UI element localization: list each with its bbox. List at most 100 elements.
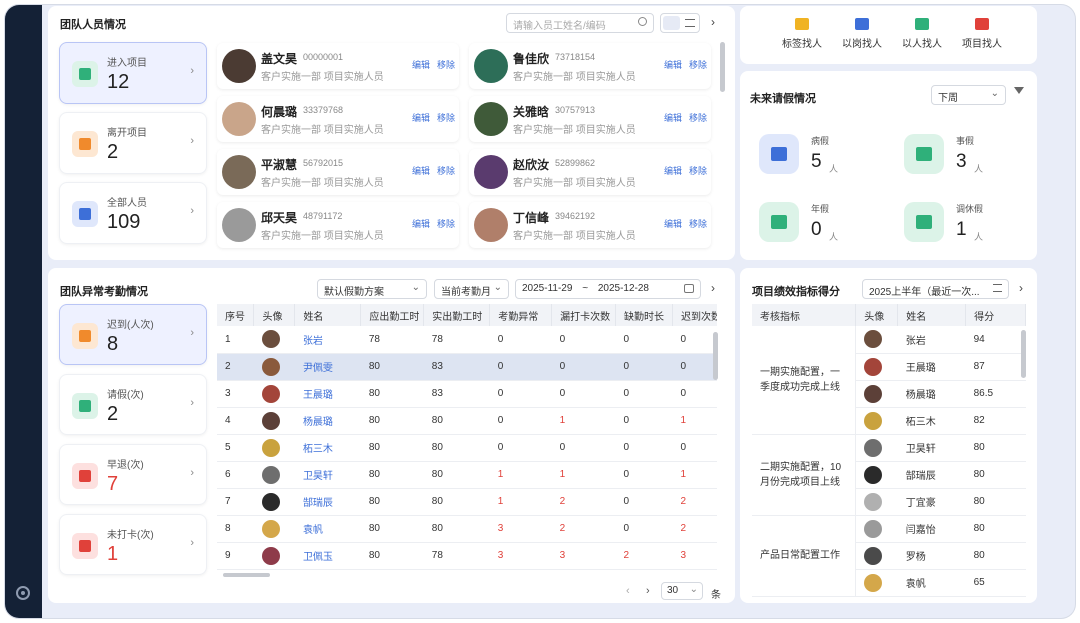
table-row[interactable]: 二期实施配置，10月份完成项目上线 卫昊轩 80 — [752, 434, 1026, 516]
performance-more-chevron-icon[interactable]: › — [1019, 281, 1023, 295]
column-header[interactable]: 得分 — [965, 304, 1026, 326]
settings-icon[interactable] — [16, 586, 30, 600]
remove-link[interactable]: 移除 — [689, 111, 707, 124]
column-header[interactable]: 姓名 — [897, 304, 967, 326]
column-header[interactable]: 应出勤工时 — [360, 304, 425, 326]
chevron-right-icon[interactable]: › — [190, 205, 194, 217]
prev-page-icon[interactable]: ‹ — [626, 585, 630, 597]
team-scrollbar[interactable] — [720, 42, 725, 92]
table-row[interactable]: 6 卫昊轩 80 80 1 1 0 1 — [217, 461, 717, 489]
performance-scrollbar[interactable] — [1021, 330, 1026, 378]
table-row[interactable]: 产品日常配置工作 闫嘉怡 80 — [752, 515, 1026, 597]
filter-icon[interactable] — [1014, 87, 1024, 94]
edit-link[interactable]: 编辑 — [412, 217, 430, 230]
list-icon[interactable] — [993, 284, 1002, 292]
person-card[interactable]: 何晨璐 33379768 客户实施一部 项目实施人员 编辑 移除 — [217, 96, 459, 142]
employee-name-link[interactable]: 柘三木 — [294, 434, 361, 462]
person-card[interactable]: 关雅晗 30757913 客户实施一部 项目实施人员 编辑 移除 — [469, 96, 711, 142]
table-row[interactable]: 5 柘三木 80 80 0 0 0 0 — [217, 434, 717, 462]
column-header[interactable]: 缺勤时长 — [615, 304, 673, 326]
leave-period-select[interactable]: 下周 ⌄ — [931, 85, 1006, 105]
remove-link[interactable]: 移除 — [689, 164, 707, 177]
table-row[interactable]: 8 袁帆 80 80 3 2 0 2 — [217, 515, 717, 543]
grid-view-icon[interactable] — [663, 16, 680, 30]
person-card[interactable]: 平淑慧 56792015 客户实施一部 项目实施人员 编辑 移除 — [217, 149, 459, 195]
team-stat-card[interactable]: 进入项目 12 › — [59, 42, 207, 104]
chevron-right-icon[interactable]: › — [190, 537, 194, 549]
table-row[interactable]: 7 郜瑞辰 80 80 1 2 0 2 — [217, 488, 717, 516]
employee-name-link[interactable]: 王晨璐 — [294, 380, 361, 408]
remove-link[interactable]: 移除 — [437, 217, 455, 230]
column-header[interactable]: 迟到次数 — [672, 304, 717, 326]
remove-link[interactable]: 移除 — [437, 111, 455, 124]
attendance-stat-card[interactable]: 迟到(人次) 8 › — [59, 304, 207, 365]
column-header[interactable]: 姓名 — [294, 304, 362, 326]
edit-link[interactable]: 编辑 — [664, 217, 682, 230]
chevron-right-icon[interactable]: › — [190, 467, 194, 479]
remove-link[interactable]: 移除 — [437, 164, 455, 177]
person-card[interactable]: 赵欣汝 52899862 客户实施一部 项目实施人员 编辑 移除 — [469, 149, 711, 195]
table-row[interactable]: 4 杨晨璐 80 80 0 1 0 1 — [217, 407, 717, 435]
person-card[interactable]: 盖文昊 00000001 客户实施一部 项目实施人员 编辑 移除 — [217, 43, 459, 89]
table-row[interactable]: 2 尹佩雯 80 83 0 0 0 0 — [217, 353, 717, 381]
edit-link[interactable]: 编辑 — [664, 58, 682, 71]
column-header[interactable]: 实出勤工时 — [423, 304, 491, 326]
table-row[interactable]: 一期实施配置，一季度成功完成上线 张岩 94 — [752, 326, 1026, 435]
attendance-v-scrollbar[interactable] — [713, 332, 718, 380]
leave-item: 调休假 1 人 — [890, 194, 1040, 248]
page-size-select[interactable]: 30 ⌄ — [661, 582, 703, 600]
person-card[interactable]: 丁信峰 39462192 客户实施一部 项目实施人员 编辑 移除 — [469, 202, 711, 248]
edit-link[interactable]: 编辑 — [664, 164, 682, 177]
employee-name-link[interactable]: 张岩 — [294, 326, 361, 354]
date-range-picker[interactable]: 2025-11-29 ~ 2025-12-28 — [515, 279, 701, 299]
scheme-select[interactable]: 默认假勤方案 ⌄ — [317, 279, 427, 299]
finder-item[interactable]: 项目找人 — [947, 18, 1017, 50]
performance-period-select[interactable]: 2025上半年（最近一次... — [862, 279, 1009, 299]
edit-link[interactable]: 编辑 — [412, 58, 430, 71]
table-row[interactable]: 1 张岩 78 78 0 0 0 0 — [217, 326, 717, 354]
team-stat-card[interactable]: 离开项目 2 › — [59, 112, 207, 174]
attendance-more-chevron-icon[interactable]: › — [711, 281, 715, 295]
column-header[interactable]: 头像 — [253, 304, 296, 326]
remove-link[interactable]: 移除 — [437, 58, 455, 71]
month-select[interactable]: 当前考勤月 ⌄ — [434, 279, 509, 299]
list-view-icon[interactable] — [685, 19, 695, 27]
remove-link[interactable]: 移除 — [689, 217, 707, 230]
employee-name-link[interactable]: 尹佩雯 — [294, 353, 361, 381]
employee-name-link[interactable]: 郜瑞辰 — [294, 488, 361, 516]
employee-name-link[interactable]: 卫佩玉 — [294, 542, 361, 570]
person-card[interactable]: 邱天昊 48791172 客户实施一部 项目实施人员 编辑 移除 — [217, 202, 459, 248]
edit-link[interactable]: 编辑 — [412, 111, 430, 124]
employee-name-link[interactable]: 袁帆 — [294, 515, 361, 543]
column-header[interactable]: 序号 — [217, 304, 255, 326]
column-header[interactable]: 考勤异常 — [489, 304, 553, 326]
column-header[interactable]: 漏打卡次数 — [551, 304, 617, 326]
chevron-right-icon[interactable]: › — [190, 327, 194, 339]
attendance-stat-card[interactable]: 早退(次) 7 › — [59, 444, 207, 505]
next-page-icon[interactable]: › — [646, 585, 650, 597]
attendance-h-scrollbar[interactable] — [223, 573, 270, 577]
avatar-cell — [855, 569, 898, 597]
team-search-input[interactable]: 请输入员工姓名/编码 — [506, 13, 654, 33]
calendar-icon[interactable] — [684, 284, 694, 293]
employee-name-link[interactable]: 卫昊轩 — [294, 461, 361, 489]
attendance-stat-card[interactable]: 请假(次) 2 › — [59, 374, 207, 435]
team-stat-card[interactable]: 全部人员 109 › — [59, 182, 207, 244]
avatar — [864, 519, 883, 538]
employee-name: 卫昊轩 — [897, 434, 966, 462]
column-header[interactable]: 考核指标 — [752, 304, 857, 326]
team-more-chevron-icon[interactable]: › — [711, 15, 715, 29]
table-row[interactable]: 3 王晨璐 80 83 0 0 0 0 — [217, 380, 717, 408]
employee-name-link[interactable]: 杨晨璐 — [294, 407, 361, 435]
person-card[interactable]: 鲁佳欣 73718154 客户实施一部 项目实施人员 编辑 移除 — [469, 43, 711, 89]
column-header[interactable]: 头像 — [855, 304, 899, 326]
table-row[interactable]: 9 卫佩玉 80 78 3 3 2 3 — [217, 542, 717, 570]
edit-link[interactable]: 编辑 — [664, 111, 682, 124]
chevron-right-icon[interactable]: › — [190, 397, 194, 409]
remove-link[interactable]: 移除 — [689, 58, 707, 71]
chevron-right-icon[interactable]: › — [190, 135, 194, 147]
search-icon[interactable] — [638, 17, 647, 26]
chevron-right-icon[interactable]: › — [190, 65, 194, 77]
edit-link[interactable]: 编辑 — [412, 164, 430, 177]
attendance-stat-card[interactable]: 未打卡(次) 1 › — [59, 514, 207, 575]
